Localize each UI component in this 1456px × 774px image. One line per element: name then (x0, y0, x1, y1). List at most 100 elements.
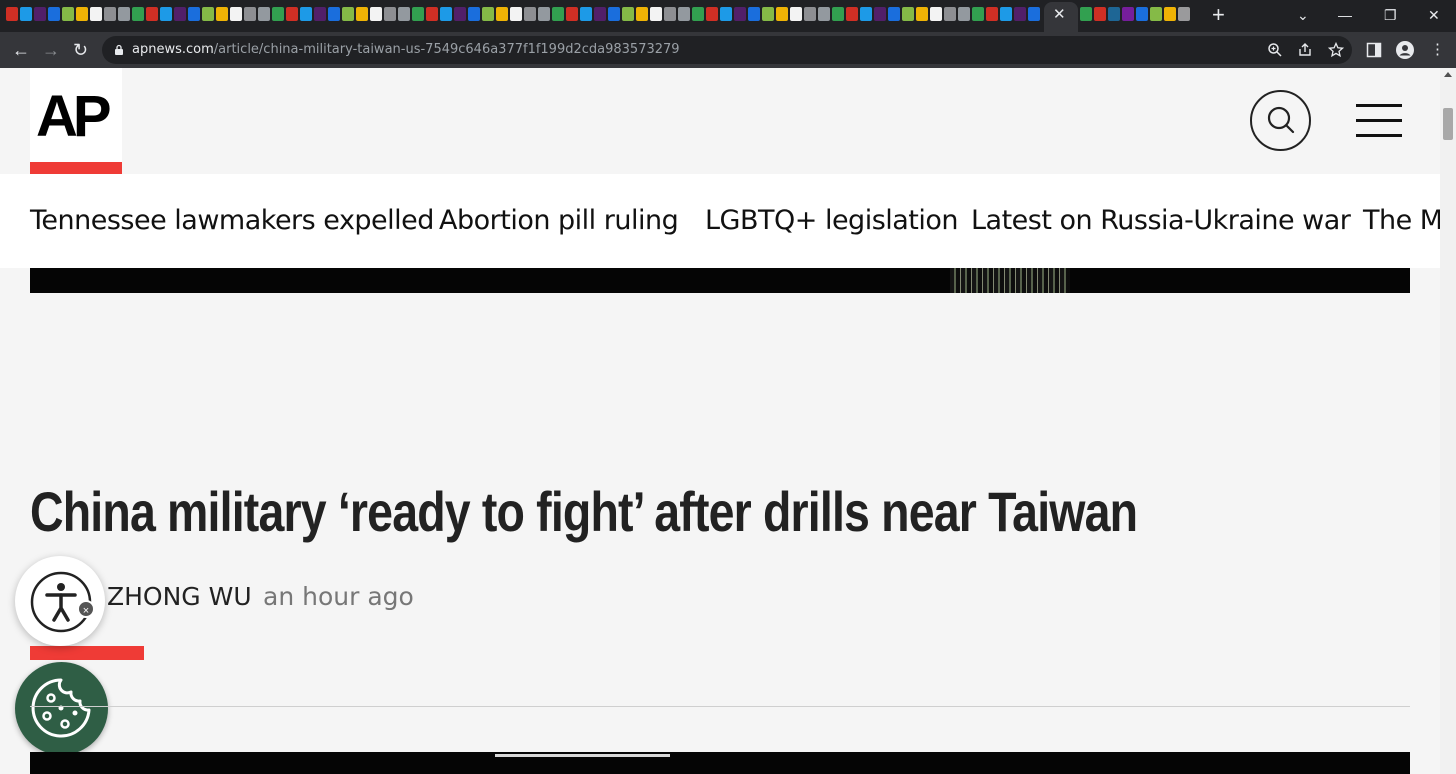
tab-favicon-icon[interactable] (1000, 7, 1012, 21)
tab-favicon-icon[interactable] (342, 7, 354, 21)
tab-favicon-icon[interactable] (370, 7, 382, 21)
hamburger-menu-button[interactable] (1356, 104, 1402, 138)
tab-favicon-icon[interactable] (496, 7, 508, 21)
topic-link-lgbtq[interactable]: LGBTQ+ legislation (705, 204, 959, 238)
lock-icon[interactable] (114, 44, 124, 55)
tab-favicon-icon[interactable] (90, 7, 102, 21)
tab-favicon-icon[interactable] (286, 7, 298, 21)
tab-favicon-icon[interactable] (524, 7, 536, 21)
tab-favicon-icon[interactable] (104, 7, 116, 21)
tab-favicon-icon[interactable] (888, 7, 900, 21)
url-text[interactable]: apnews.com/article/china-military-taiwan… (132, 42, 680, 57)
tab-favicon-icon[interactable] (762, 7, 774, 21)
page-scrollbar[interactable] (1440, 68, 1456, 774)
tab-favicon-icon[interactable] (972, 7, 984, 21)
side-panel-icon[interactable] (1366, 42, 1382, 58)
tab-favicon-icon[interactable] (118, 7, 130, 21)
tab-favicon-icon[interactable] (468, 7, 480, 21)
tab-favicon-icon[interactable] (482, 7, 494, 21)
topic-link-russia-ukraine[interactable]: Latest on Russia-Ukraine war (971, 204, 1351, 238)
new-tab-icon[interactable]: + (1212, 3, 1225, 27)
forward-icon[interactable]: → (42, 39, 60, 61)
tab-favicon-icon[interactable] (538, 7, 550, 21)
tab-favicon-icon[interactable] (384, 7, 396, 21)
tab-favicon-icon[interactable] (1150, 7, 1162, 21)
tab-favicon-icon[interactable] (790, 7, 802, 21)
topic-link-abortion-pill[interactable]: Abortion pill ruling (439, 204, 679, 238)
ap-logo[interactable]: AP (30, 68, 122, 174)
tab-favicon-icon[interactable] (860, 7, 872, 21)
tab-favicon-icon[interactable] (76, 7, 88, 21)
tab-search-chevron-icon[interactable]: ⌄ (1297, 5, 1309, 25)
tab-favicon-icon[interactable] (664, 7, 676, 21)
tab-favicon-icon[interactable] (818, 7, 830, 21)
tab-favicon-icon[interactable] (902, 7, 914, 21)
tab-favicon-icon[interactable] (1136, 7, 1148, 21)
window-close-icon[interactable]: ✕ (1428, 5, 1440, 25)
tab-favicon-icon[interactable] (314, 7, 326, 21)
tab-favicon-icon[interactable] (20, 7, 32, 21)
tab-favicon-icon[interactable] (1178, 7, 1190, 21)
tab-favicon-icon[interactable] (832, 7, 844, 21)
tab-favicon-icon[interactable] (1028, 7, 1040, 21)
topic-link-tennessee[interactable]: Tennessee lawmakers expelled (30, 204, 434, 238)
tab-favicon-icon[interactable] (1164, 7, 1176, 21)
tab-favicon-icon[interactable] (986, 7, 998, 21)
tab-favicon-icon[interactable] (720, 7, 732, 21)
tab-favicon-icon[interactable] (398, 7, 410, 21)
tab-favicon-icon[interactable] (230, 7, 242, 21)
tab-favicon-icon[interactable] (440, 7, 452, 21)
tab-favicon-icon[interactable] (944, 7, 956, 21)
search-button[interactable] (1250, 90, 1311, 151)
tab-favicon-icon[interactable] (328, 7, 340, 21)
tab-favicon-icon[interactable] (426, 7, 438, 21)
tab-favicon-icon[interactable] (580, 7, 592, 21)
pinned-tab-favicons-right[interactable] (1080, 7, 1190, 21)
pinned-tab-favicons[interactable] (6, 7, 1040, 21)
tab-favicon-icon[interactable] (1080, 7, 1092, 21)
share-icon[interactable] (1297, 42, 1313, 58)
profile-icon[interactable] (1396, 41, 1414, 59)
tab-favicon-icon[interactable] (594, 7, 606, 21)
tab-favicon-icon[interactable] (132, 7, 144, 21)
tab-favicon-icon[interactable] (748, 7, 760, 21)
tab-favicon-icon[interactable] (622, 7, 634, 21)
bookmark-star-icon[interactable] (1328, 42, 1344, 58)
tab-favicon-icon[interactable] (650, 7, 662, 21)
tab-favicon-icon[interactable] (930, 7, 942, 21)
tab-favicon-icon[interactable] (454, 7, 466, 21)
tab-favicon-icon[interactable] (146, 7, 158, 21)
tab-favicon-icon[interactable] (174, 7, 186, 21)
tab-favicon-icon[interactable] (300, 7, 312, 21)
tab-favicon-icon[interactable] (412, 7, 424, 21)
kebab-menu-icon[interactable]: ⋮ (1430, 40, 1445, 60)
tab-favicon-icon[interactable] (566, 7, 578, 21)
tab-favicon-icon[interactable] (62, 7, 74, 21)
reload-icon[interactable]: ↻ (73, 39, 88, 61)
tab-favicon-icon[interactable] (6, 7, 18, 21)
tab-favicon-icon[interactable] (188, 7, 200, 21)
maximize-icon[interactable]: ❐ (1384, 5, 1397, 25)
tab-favicon-icon[interactable] (1122, 7, 1134, 21)
tab-close-icon[interactable]: ✕ (1053, 5, 1066, 25)
tab-favicon-icon[interactable] (706, 7, 718, 21)
scroll-up-arrow-icon[interactable] (1444, 72, 1452, 77)
tab-favicon-icon[interactable] (202, 7, 214, 21)
tab-favicon-icon[interactable] (804, 7, 816, 21)
tab-favicon-icon[interactable] (244, 7, 256, 21)
scrollbar-thumb[interactable] (1443, 108, 1453, 140)
tab-favicon-icon[interactable] (1094, 7, 1106, 21)
tab-favicon-icon[interactable] (692, 7, 704, 21)
tab-favicon-icon[interactable] (916, 7, 928, 21)
accessibility-widget-button[interactable]: × (15, 556, 105, 646)
tab-favicon-icon[interactable] (258, 7, 270, 21)
tab-favicon-icon[interactable] (510, 7, 522, 21)
tab-favicon-icon[interactable] (216, 7, 228, 21)
tab-favicon-icon[interactable] (734, 7, 746, 21)
zoom-icon[interactable] (1267, 42, 1283, 58)
tab-favicon-icon[interactable] (678, 7, 690, 21)
accessibility-close-icon[interactable]: × (77, 600, 95, 618)
tab-favicon-icon[interactable] (34, 7, 46, 21)
tab-favicon-icon[interactable] (1108, 7, 1120, 21)
lead-media-player[interactable] (30, 752, 1410, 774)
